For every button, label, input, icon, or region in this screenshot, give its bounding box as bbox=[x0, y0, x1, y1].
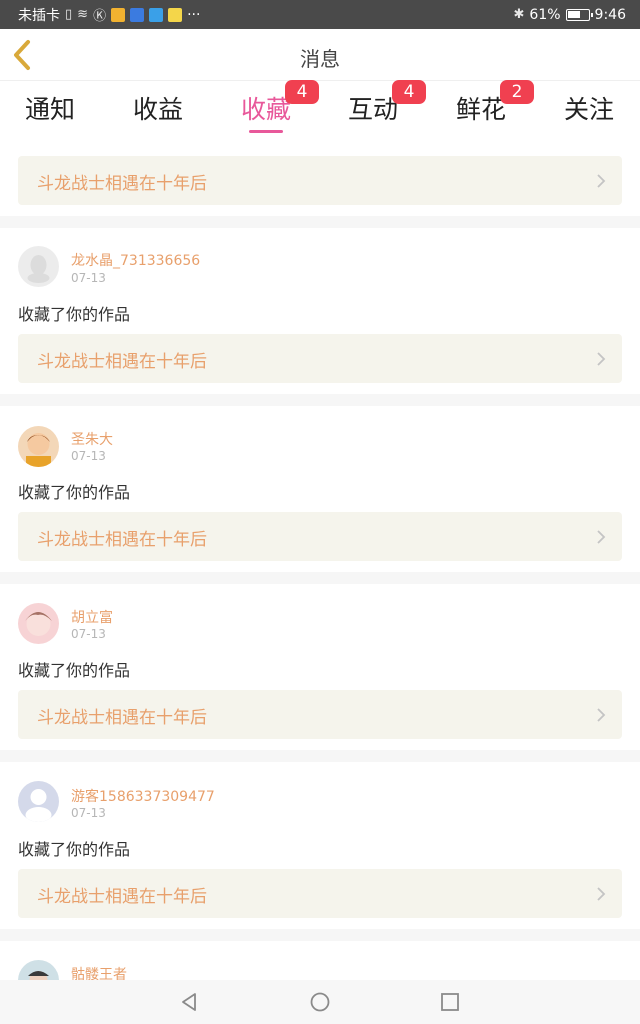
tab-label: 收益 bbox=[132, 95, 183, 124]
app-notification-icon bbox=[149, 7, 164, 22]
sim-icon: ▯ bbox=[65, 7, 73, 22]
guest-avatar-icon bbox=[25, 789, 52, 822]
k-app-icon: Ⓚ bbox=[93, 9, 107, 24]
avatar[interactable] bbox=[18, 960, 59, 980]
avatar[interactable] bbox=[18, 246, 59, 287]
work-link[interactable]: 斗龙战士相遇在十年后 bbox=[18, 869, 622, 918]
chevron-right-icon bbox=[597, 174, 606, 188]
work-link[interactable]: 斗龙战士相遇在十年后 bbox=[18, 156, 622, 205]
unread-badge: 4 bbox=[392, 80, 426, 104]
avatar[interactable] bbox=[18, 603, 59, 644]
app-notification-icon bbox=[111, 7, 126, 22]
work-title: 斗龙战士相遇在十年后 bbox=[37, 352, 207, 372]
avatar[interactable] bbox=[18, 426, 59, 467]
username[interactable]: 骷髅王者 bbox=[71, 964, 127, 980]
tab-earnings[interactable]: 收益 bbox=[113, 90, 203, 126]
navigation-bar: 消息 bbox=[0, 29, 640, 81]
photo-avatar-icon bbox=[28, 971, 49, 980]
unread-badge: 2 bbox=[500, 80, 534, 104]
section-divider bbox=[0, 216, 640, 228]
page-title: 消息 bbox=[300, 47, 340, 71]
active-tab-indicator bbox=[249, 130, 283, 133]
work-link[interactable]: 斗龙战士相遇在十年后 bbox=[18, 690, 622, 739]
work-title: 斗龙战士相遇在十年后 bbox=[37, 530, 207, 550]
carrier-label: 未插卡 bbox=[18, 7, 60, 24]
username[interactable]: 游客1586337309477 bbox=[71, 786, 215, 806]
action-text: 收藏了你的作品 bbox=[18, 483, 131, 502]
tab-flowers[interactable]: 鲜花 2 bbox=[436, 80, 534, 126]
chevron-right-icon bbox=[597, 530, 606, 544]
action-text: 收藏了你的作品 bbox=[18, 661, 131, 680]
cartoon-boy-avatar-icon bbox=[26, 433, 51, 467]
section-divider bbox=[0, 929, 640, 941]
bluetooth-icon: ✱ bbox=[513, 7, 525, 22]
recents-square-icon[interactable] bbox=[439, 991, 461, 1013]
wifi-icon: ≋ bbox=[77, 7, 89, 22]
tab-label: 互动 bbox=[347, 95, 398, 124]
battery-icon bbox=[565, 8, 593, 21]
tab-label: 关注 bbox=[563, 95, 614, 124]
more-notifications-icon: ··· bbox=[187, 6, 201, 23]
message-date: 07-13 bbox=[71, 271, 106, 285]
back-triangle-icon[interactable] bbox=[178, 991, 200, 1013]
message-date: 07-13 bbox=[71, 449, 106, 463]
section-divider bbox=[0, 394, 640, 406]
username[interactable]: 胡立富 bbox=[71, 607, 113, 627]
avatar[interactable] bbox=[18, 781, 59, 822]
chevron-right-icon bbox=[597, 352, 606, 366]
tab-label: 通知 bbox=[24, 95, 75, 124]
section-divider bbox=[0, 750, 640, 762]
work-title: 斗龙战士相遇在十年后 bbox=[37, 887, 207, 907]
home-circle-icon[interactable] bbox=[309, 991, 331, 1013]
tab-notifications[interactable]: 通知 bbox=[5, 90, 95, 126]
chevron-right-icon bbox=[597, 887, 606, 901]
chevron-right-icon bbox=[597, 708, 606, 722]
work-title: 斗龙战士相遇在十年后 bbox=[37, 708, 207, 728]
tab-label: 收藏 bbox=[240, 95, 291, 124]
tab-favorites[interactable]: 收藏 4 bbox=[221, 80, 319, 126]
system-navigation-bar bbox=[0, 980, 640, 1024]
action-text: 收藏了你的作品 bbox=[18, 840, 131, 859]
app-notification-icon bbox=[130, 7, 145, 22]
battery-percent: 61% bbox=[529, 6, 561, 23]
anime-avatar-icon bbox=[25, 612, 52, 636]
work-title: 斗龙战士相遇在十年后 bbox=[37, 174, 207, 194]
tab-label: 鲜花 bbox=[455, 95, 506, 124]
work-link[interactable]: 斗龙战士相遇在十年后 bbox=[18, 512, 622, 561]
message-date: 07-13 bbox=[71, 627, 106, 641]
clock: 9:46 bbox=[594, 6, 626, 23]
message-list: 斗龙战士相遇在十年后 龙水晶_731336656 07-13 收藏了你的作品 斗… bbox=[0, 138, 640, 980]
section-divider bbox=[0, 572, 640, 584]
username[interactable]: 龙水晶_731336656 bbox=[71, 250, 200, 270]
unread-badge: 4 bbox=[285, 80, 319, 104]
tab-following[interactable]: 关注 bbox=[544, 90, 634, 126]
app-notification-icon bbox=[168, 7, 183, 22]
status-bar: 未插卡 ▯ ≋ Ⓚ ··· ✱ 61% 9:46 bbox=[0, 0, 640, 29]
action-text: 收藏了你的作品 bbox=[18, 305, 131, 324]
tab-bar: 通知 收益 收藏 4 互动 4 鲜花 2 关注 bbox=[0, 80, 640, 138]
message-date: 07-13 bbox=[71, 806, 106, 820]
default-avatar-icon bbox=[27, 255, 50, 283]
tab-interactions[interactable]: 互动 4 bbox=[328, 80, 426, 126]
username[interactable]: 圣朱大 bbox=[71, 429, 113, 449]
work-link[interactable]: 斗龙战士相遇在十年后 bbox=[18, 334, 622, 383]
